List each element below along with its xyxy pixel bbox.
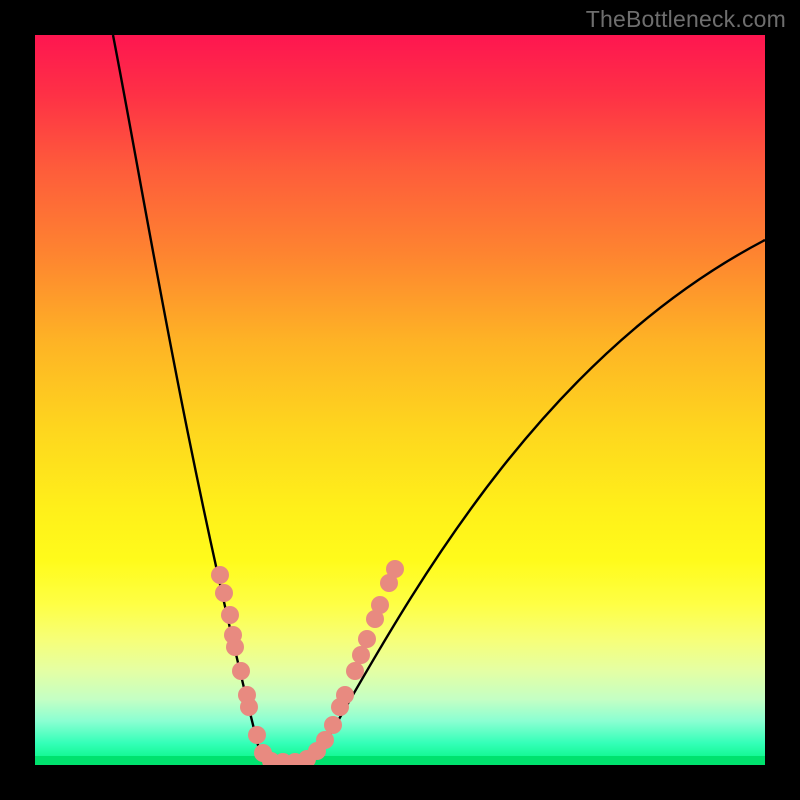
marker-dot [371,596,389,614]
chart-root: TheBottleneck.com [0,0,800,800]
markers-right-group [316,560,404,749]
marker-dot [352,646,370,664]
marker-dot [221,606,239,624]
marker-dot [336,686,354,704]
marker-dot [324,716,342,734]
marker-dot [226,638,244,656]
markers-left-group [211,566,272,762]
marker-dot [248,726,266,744]
marker-dot [215,584,233,602]
marker-dot [346,662,364,680]
marker-dot [358,630,376,648]
marker-dot [386,560,404,578]
marker-layer [35,35,765,765]
watermark-text: TheBottleneck.com [586,6,786,33]
marker-dot [240,698,258,716]
markers-valley-group [262,742,326,765]
plot-area [35,35,765,765]
marker-dot [211,566,229,584]
marker-dot [232,662,250,680]
